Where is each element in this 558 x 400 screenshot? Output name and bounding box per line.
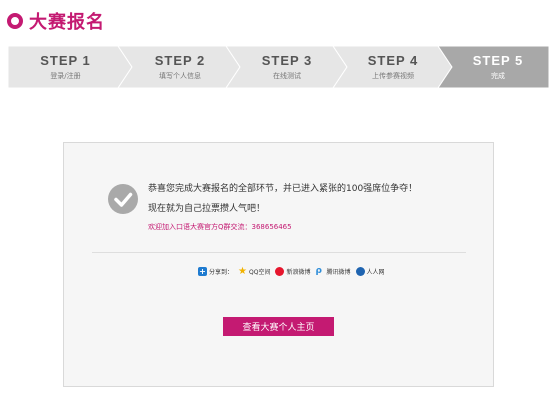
circle-logo-icon: [7, 13, 23, 29]
success-message: 恭喜您完成大赛报名的全部环节，并已进入紧张的100强席位争夺！: [148, 184, 418, 194]
step-3: STEP 3 在线测试: [234, 46, 340, 88]
step-1: STEP 1 登录/注册: [8, 46, 123, 88]
step-2-subtitle: 填写个人信息: [159, 72, 201, 80]
step-4: STEP 4 上传参赛视频: [341, 46, 445, 88]
step-5-title: STEP 5: [472, 53, 524, 68]
step-2-title: STEP 2: [154, 53, 206, 68]
share-to[interactable]: + 分享到：: [198, 266, 234, 276]
share-sina-label: 新浪微博: [286, 268, 311, 276]
share-sina-weibo-link[interactable]: 新浪微博: [275, 266, 311, 276]
step-5-subtitle: 完成: [491, 72, 505, 80]
share-renren-link[interactable]: 人人网: [355, 266, 385, 276]
tencent-weibo-icon: ρ: [315, 265, 322, 276]
qzone-star-icon: ★: [238, 265, 247, 277]
step-1-title: STEP 1: [40, 53, 91, 68]
share-tencent-weibo-link[interactable]: ρ 腾讯微博: [315, 265, 351, 276]
step-1-subtitle: 登录/注册: [50, 72, 81, 80]
share-tencent-label: 腾讯微博: [326, 268, 351, 276]
step-3-title: STEP 3: [261, 53, 313, 68]
divider: [92, 252, 466, 253]
step-3-subtitle: 在线测试: [273, 72, 301, 80]
page-title: 大赛报名: [29, 12, 105, 33]
share-renren-label: 人人网: [366, 268, 385, 276]
step-4-title: STEP 4: [367, 53, 419, 68]
share-label: 分享到：: [209, 268, 234, 276]
vote-prompt-message: 现在就为自己拉票攒人气吧！: [148, 204, 266, 214]
share-bar: + 分享到： ★ QQ空间 新浪微博 ρ 腾讯微博 人人网: [198, 265, 390, 277]
share-plus-icon: +: [198, 266, 207, 276]
page-header: 大赛报名: [7, 9, 105, 33]
qq-group-info: 欢迎加入口语大赛官方Q群交流：368656465: [148, 223, 292, 231]
share-qzone-link[interactable]: ★ QQ空间: [238, 265, 271, 277]
share-qzone-label: QQ空间: [249, 268, 271, 276]
view-profile-button[interactable]: 查看大赛个人主页: [223, 317, 334, 336]
step-progress-bar: STEP 1 登录/注册 STEP 2 填写个人信息 STEP 3 在线测试 S…: [8, 46, 549, 88]
renren-icon: [355, 266, 365, 276]
step-5: STEP 5 完成: [448, 46, 548, 88]
sina-weibo-icon: [275, 266, 285, 276]
completion-panel: 恭喜您完成大赛报名的全部环节，并已进入紧张的100强席位争夺！ 现在就为自己拉票…: [63, 142, 494, 387]
check-circle-icon: [108, 184, 138, 214]
step-4-subtitle: 上传参赛视频: [372, 72, 414, 80]
step-2: STEP 2 填写个人信息: [126, 46, 234, 88]
